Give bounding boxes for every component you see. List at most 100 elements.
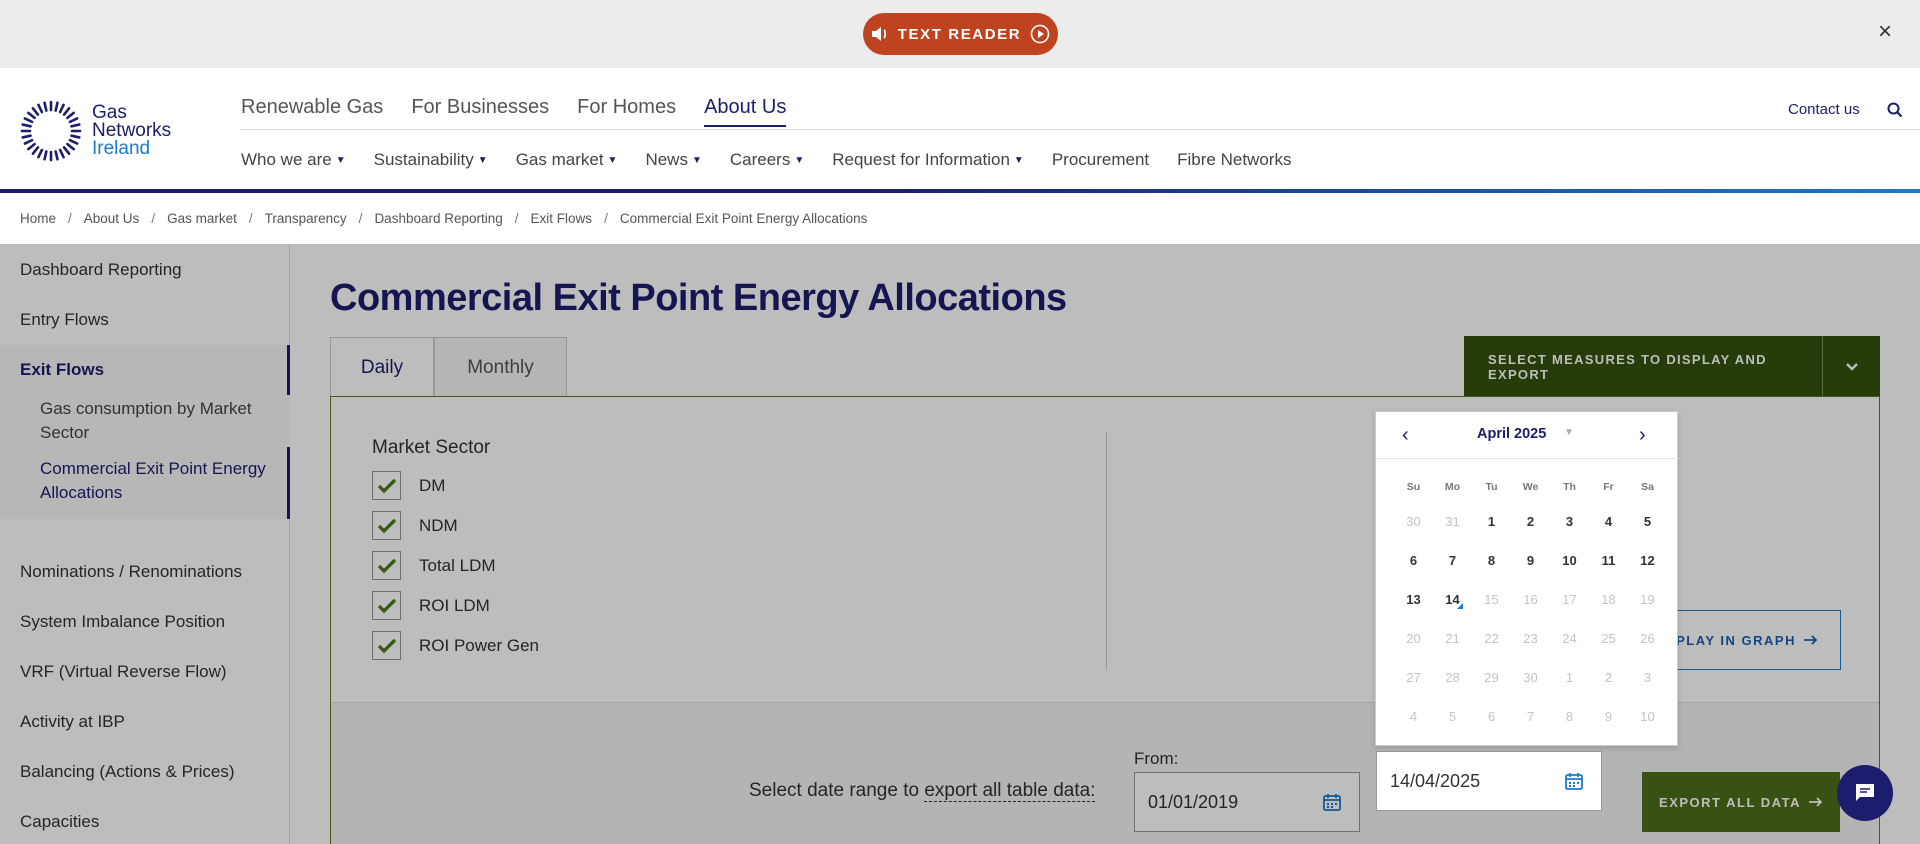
logo-ray	[66, 111, 75, 120]
breadcrumb-separator: /	[248, 211, 253, 226]
main-nav-for-businesses[interactable]: For Businesses	[411, 96, 549, 127]
gas-networks-ireland-logo[interactable]: Gas Networks Ireland	[20, 100, 171, 162]
subnav-who-we-are[interactable]: Who we are ▼	[241, 150, 346, 170]
logo-ray	[58, 103, 65, 114]
chevron-down-icon[interactable]: ▼	[1564, 427, 1574, 438]
logo-ray	[70, 134, 81, 139]
weekday-label: We	[1522, 481, 1539, 493]
logo-ray	[23, 138, 34, 145]
day-cell: 9	[1604, 709, 1613, 724]
next-month-button[interactable]: ›	[1639, 422, 1646, 448]
day-cell[interactable]: 5	[1628, 514, 1667, 529]
main-nav: Renewable Gas For Businesses For Homes A…	[241, 96, 787, 127]
chat-button[interactable]	[1837, 765, 1893, 821]
to-date-input[interactable]: 14/04/2025	[1376, 751, 1602, 811]
main-nav-renewable-gas[interactable]: Renewable Gas	[241, 96, 383, 127]
contact-us-link[interactable]: Contact us	[1788, 101, 1860, 118]
day-cell: 15	[1484, 592, 1499, 607]
weekday-header: Su Mo Tu We Th Fr Sa	[1394, 472, 1667, 502]
day-cell-today[interactable]: 14	[1433, 592, 1472, 609]
main-nav-about-us[interactable]: About Us	[704, 96, 787, 127]
month-select[interactable]: April 2025	[1477, 426, 1546, 442]
day-cell[interactable]: 1	[1472, 514, 1511, 529]
logo-line-3: Ireland	[92, 138, 151, 159]
subnav-label: Sustainability	[373, 150, 474, 169]
day-cell: 31	[1445, 514, 1460, 529]
logo-ray	[31, 146, 40, 155]
calendar-icon[interactable]	[1565, 772, 1583, 795]
logo-ray	[68, 117, 79, 124]
breadcrumb-separator: /	[604, 211, 608, 226]
day-cell[interactable]: 2	[1511, 514, 1550, 529]
day-cell[interactable]: 10	[1550, 553, 1589, 568]
logo-ray	[27, 142, 36, 151]
day-cell: 2	[1604, 670, 1613, 685]
weekday-label: Th	[1563, 481, 1576, 493]
day-cell[interactable]: 3	[1550, 514, 1589, 529]
breadcrumb-exit-flows[interactable]: Exit Flows	[531, 211, 593, 226]
subnav-gas-market[interactable]: Gas market ▼	[516, 150, 618, 170]
week-row: 6 7 8 9 10 11 12	[1394, 541, 1667, 580]
breadcrumb-gas-market[interactable]: Gas market	[167, 211, 237, 226]
subnav-procurement[interactable]: Procurement	[1052, 150, 1149, 170]
logo-ray	[27, 111, 36, 120]
day-cell: 23	[1523, 631, 1538, 646]
to-date-value: 14/04/2025	[1390, 770, 1481, 791]
main-nav-for-homes[interactable]: For Homes	[577, 96, 676, 127]
day-cell[interactable]: 12	[1628, 553, 1667, 568]
weekday-label: Sa	[1641, 481, 1654, 493]
subnav-news[interactable]: News ▼	[645, 150, 701, 170]
datepicker-header: ‹ April 2025 ▼ ›	[1376, 422, 1679, 448]
day-cell[interactable]: 4	[1589, 514, 1628, 529]
week-row: 27 28 29 30 1 2 3	[1394, 658, 1667, 697]
chevron-down-icon: ▼	[607, 155, 618, 166]
nav-divider	[241, 129, 1920, 130]
chat-icon	[1856, 784, 1874, 801]
day-cell: 30	[1523, 670, 1538, 685]
day-cell[interactable]: 6	[1394, 553, 1433, 568]
logo-ray	[37, 103, 44, 114]
breadcrumb-about-us[interactable]: About Us	[84, 211, 140, 226]
breadcrumb-transparency[interactable]: Transparency	[265, 211, 347, 226]
datepicker-grid: Su Mo Tu We Th Fr Sa 30 31 1 2 3 4 5 6 7…	[1394, 472, 1667, 736]
chevron-down-icon: ▼	[335, 155, 346, 166]
close-icon[interactable]: ×	[1878, 20, 1892, 44]
subnav-fibre-networks[interactable]: Fibre Networks	[1177, 150, 1291, 170]
logo-ray	[62, 107, 71, 116]
logo-ray	[37, 148, 44, 159]
day-cell: 25	[1601, 631, 1616, 646]
search-icon[interactable]	[1887, 102, 1903, 123]
day-cell[interactable]: 8	[1472, 553, 1511, 568]
day-cell: 29	[1484, 670, 1499, 685]
day-cell[interactable]: 13	[1394, 592, 1433, 607]
subnav-careers[interactable]: Careers ▼	[730, 150, 804, 170]
breadcrumb-separator: /	[514, 211, 519, 226]
weekday-label: Su	[1406, 481, 1421, 493]
text-reader-button[interactable]: TEXT READER	[863, 13, 1058, 55]
day-cell: 19	[1640, 592, 1655, 607]
day-cell: 16	[1523, 592, 1538, 607]
breadcrumb-separator: /	[358, 211, 363, 226]
subnav-sustainability[interactable]: Sustainability ▼	[374, 150, 488, 170]
day-cell: 5	[1448, 709, 1457, 724]
day-cell[interactable]: 11	[1589, 553, 1628, 568]
breadcrumb-home[interactable]: Home	[20, 211, 56, 226]
logo-ray	[68, 138, 79, 145]
logo-text: Gas Networks Ireland	[92, 103, 171, 159]
play-circle-icon	[1030, 24, 1050, 44]
day-cell: 28	[1445, 670, 1460, 685]
weekday-label: Fr	[1603, 481, 1614, 493]
day-cell: 30	[1406, 514, 1421, 529]
day-cell: 24	[1562, 631, 1577, 646]
subnav-request-for-information[interactable]: Request for Information ▼	[832, 150, 1024, 170]
day-cell: 1	[1565, 670, 1574, 685]
previous-month-button[interactable]: ‹	[1402, 422, 1409, 448]
chevron-down-icon: ▼	[1013, 155, 1024, 166]
logo-ray	[21, 123, 32, 128]
day-cell[interactable]: 9	[1511, 553, 1550, 568]
week-row: 20 21 22 23 24 25 26	[1394, 619, 1667, 658]
breadcrumb-dashboard-reporting[interactable]: Dashboard Reporting	[374, 211, 502, 226]
subnav-label: Careers	[729, 150, 791, 169]
day-cell: 4	[1409, 709, 1418, 724]
day-cell[interactable]: 7	[1433, 553, 1472, 568]
